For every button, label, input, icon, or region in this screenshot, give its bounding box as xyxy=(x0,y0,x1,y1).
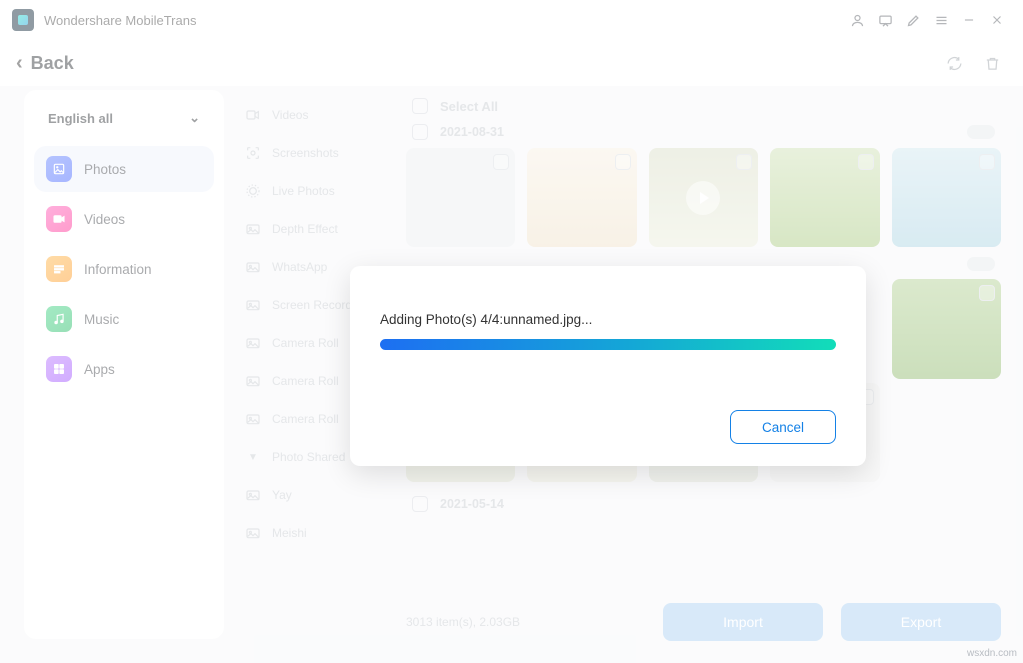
progress-message: Adding Photo(s) 4/4:unnamed.jpg... xyxy=(380,312,836,327)
progress-dialog: Adding Photo(s) 4/4:unnamed.jpg... Cance… xyxy=(350,266,866,466)
cancel-button[interactable]: Cancel xyxy=(730,410,836,444)
watermark: wsxdn.com xyxy=(967,648,1017,659)
progress-bar xyxy=(380,339,836,350)
